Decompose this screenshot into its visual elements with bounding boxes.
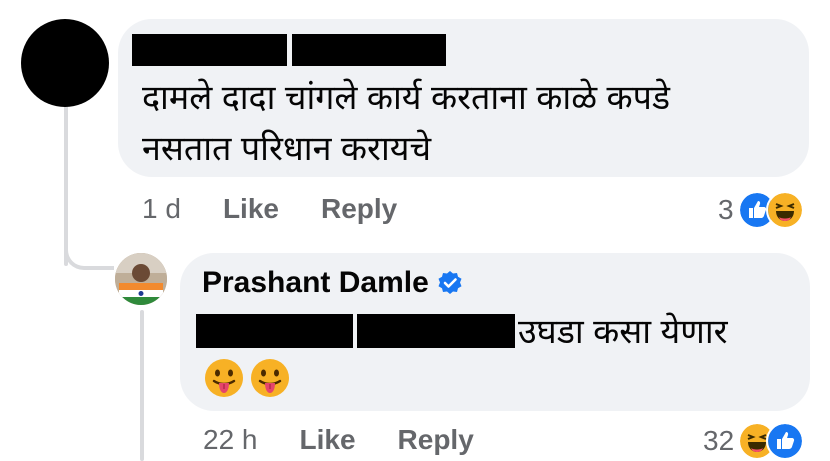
like-button[interactable]: Like xyxy=(300,424,356,456)
redacted-author-name xyxy=(132,34,287,66)
author-name[interactable]: Prashant Damle xyxy=(202,266,429,300)
redacted-text xyxy=(196,314,353,348)
comment-text: नसतात परिधान करायचे xyxy=(142,130,432,168)
reply-button[interactable]: Reply xyxy=(321,193,397,225)
avatar[interactable] xyxy=(115,253,167,305)
comment-actions: 1 d Like Reply xyxy=(142,193,397,225)
like-icon xyxy=(766,422,805,460)
author-row: Prashant Damle xyxy=(202,266,463,300)
reaction-count: 3 xyxy=(718,194,734,225)
profile-photo xyxy=(115,253,167,305)
redacted-author-name xyxy=(292,34,446,66)
reaction-summary[interactable]: 32 xyxy=(703,422,805,460)
redacted-text xyxy=(357,314,515,348)
timestamp[interactable]: 22 h xyxy=(203,424,258,456)
haha-icon xyxy=(765,191,804,229)
avatar[interactable] xyxy=(21,19,109,107)
tongue-out-emoji-icon xyxy=(205,359,243,397)
thread-line xyxy=(140,310,144,461)
verified-badge-icon xyxy=(438,271,462,294)
emoji-row xyxy=(204,358,290,398)
like-button[interactable]: Like xyxy=(223,193,279,225)
reply-button[interactable]: Reply xyxy=(398,424,474,456)
timestamp[interactable]: 1 d xyxy=(142,193,181,225)
reaction-summary[interactable]: 3 xyxy=(718,191,804,229)
reply-actions: 22 h Like Reply xyxy=(203,424,474,456)
reaction-count: 32 xyxy=(703,425,735,456)
thread-connector xyxy=(64,236,114,270)
comment-text: उघडा कसा येणार xyxy=(518,313,728,351)
tongue-out-emoji-icon xyxy=(251,359,289,397)
comment-text: दामले दादा चांगले कार्य करताना काळे कपडे xyxy=(142,79,671,117)
